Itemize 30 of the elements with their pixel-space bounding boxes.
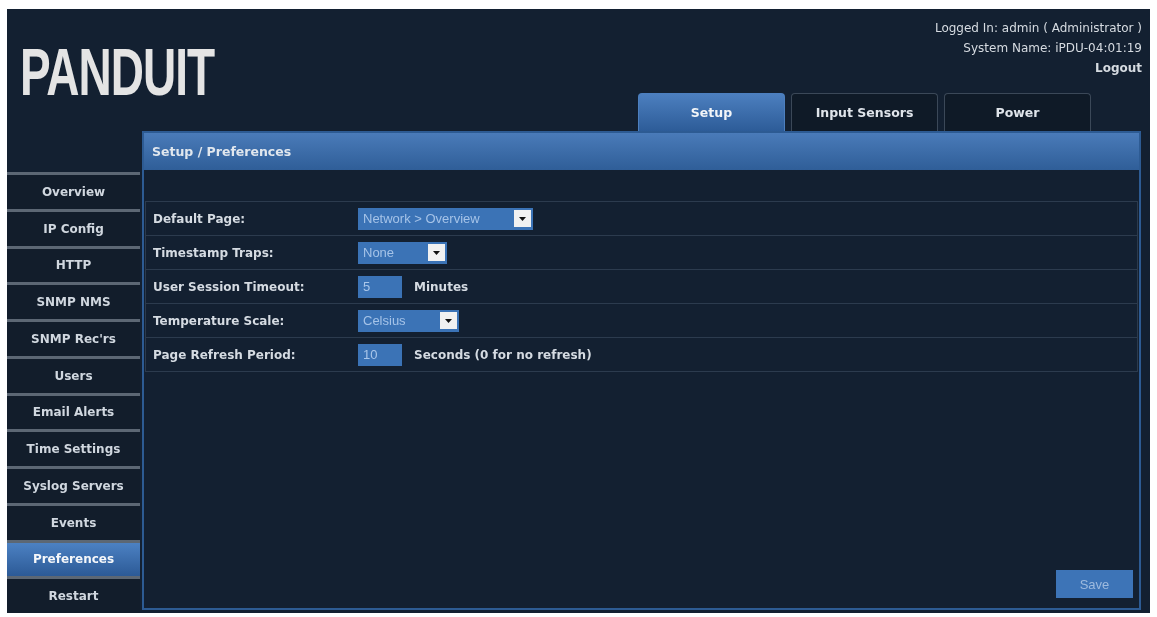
logo: PANDUIT xyxy=(20,47,215,97)
sidebar-item[interactable]: Email Alerts xyxy=(7,392,140,430)
sidebar-item[interactable]: HTTP xyxy=(7,245,140,283)
logged-in-text: Logged In: admin ( Administrator ) xyxy=(934,20,1142,37)
sidebar-item[interactable]: Overview xyxy=(7,172,140,209)
unit-label: Seconds (0 for no refresh) xyxy=(414,347,592,362)
field-label: Default Page: xyxy=(152,211,247,226)
sidebar-item[interactable]: SNMP NMS xyxy=(7,282,140,319)
system-name-text: System Name: iPDU-04:01:19 xyxy=(963,40,1142,57)
field-label: Temperature Scale: xyxy=(152,313,286,328)
sidebar-item[interactable]: Restart xyxy=(7,576,140,613)
unit-label: Minutes xyxy=(414,279,469,294)
sidebar-item[interactable]: Events xyxy=(7,502,140,540)
caret-icon xyxy=(513,210,531,227)
caret-icon xyxy=(428,244,446,261)
sidebar-item[interactable]: SNMP Rec'rs xyxy=(7,319,140,356)
tab[interactable]: Setup xyxy=(638,93,785,131)
caret-icon xyxy=(439,312,457,329)
sidebar-item[interactable]: Users xyxy=(7,355,140,393)
tab[interactable]: Power xyxy=(944,93,1091,131)
sidebar-item[interactable]: Time Settings xyxy=(7,429,140,466)
field-label: Timestamp Traps: xyxy=(152,245,275,260)
tab[interactable]: Input Sensors xyxy=(791,93,938,131)
title-bar: Setup / Preferences xyxy=(144,133,1139,170)
sidebar-item[interactable]: Preferences xyxy=(7,539,140,577)
logout-link[interactable]: Logout xyxy=(1095,58,1142,78)
field-label: User Session Timeout: xyxy=(152,279,306,294)
sidebar-item[interactable]: IP Config xyxy=(7,208,140,246)
field-label: Page Refresh Period: xyxy=(152,347,297,362)
sidebar-item[interactable]: Syslog Servers xyxy=(7,466,140,503)
